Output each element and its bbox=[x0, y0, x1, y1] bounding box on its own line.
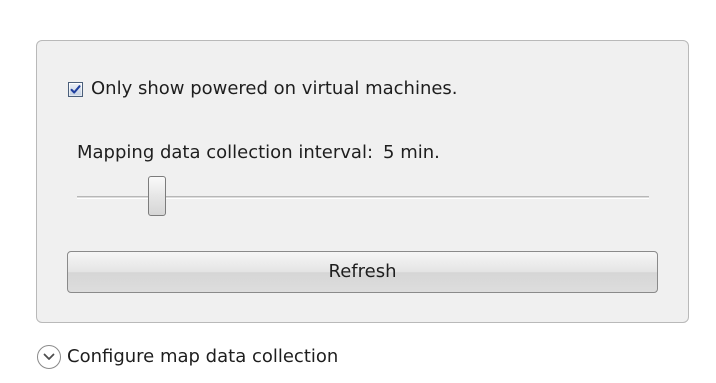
checkmark-icon bbox=[70, 84, 81, 94]
interval-row: Mapping data collection interval: 5 min. bbox=[77, 142, 440, 164]
interval-slider[interactable] bbox=[77, 176, 649, 218]
configure-map-data-collection-toggle[interactable]: Configure map data collection bbox=[37, 341, 338, 373]
refresh-button[interactable]: Refresh bbox=[67, 251, 658, 293]
map-data-settings-window: Only show powered on virtual machines. M… bbox=[0, 0, 716, 383]
configure-map-data-collection-label: Configure map data collection bbox=[67, 346, 339, 367]
interval-value: 5 min. bbox=[383, 142, 440, 163]
slider-thumb[interactable] bbox=[148, 176, 167, 216]
refresh-button-label: Refresh bbox=[328, 261, 397, 282]
interval-label: Mapping data collection interval: bbox=[77, 142, 374, 163]
chevron-down-icon[interactable] bbox=[37, 345, 61, 369]
show-powered-on-vms-checkbox-row[interactable]: Only show powered on virtual machines. bbox=[68, 77, 458, 101]
show-powered-on-vms-checkbox[interactable] bbox=[68, 81, 83, 97]
show-powered-on-vms-label: Only show powered on virtual machines. bbox=[91, 78, 458, 99]
